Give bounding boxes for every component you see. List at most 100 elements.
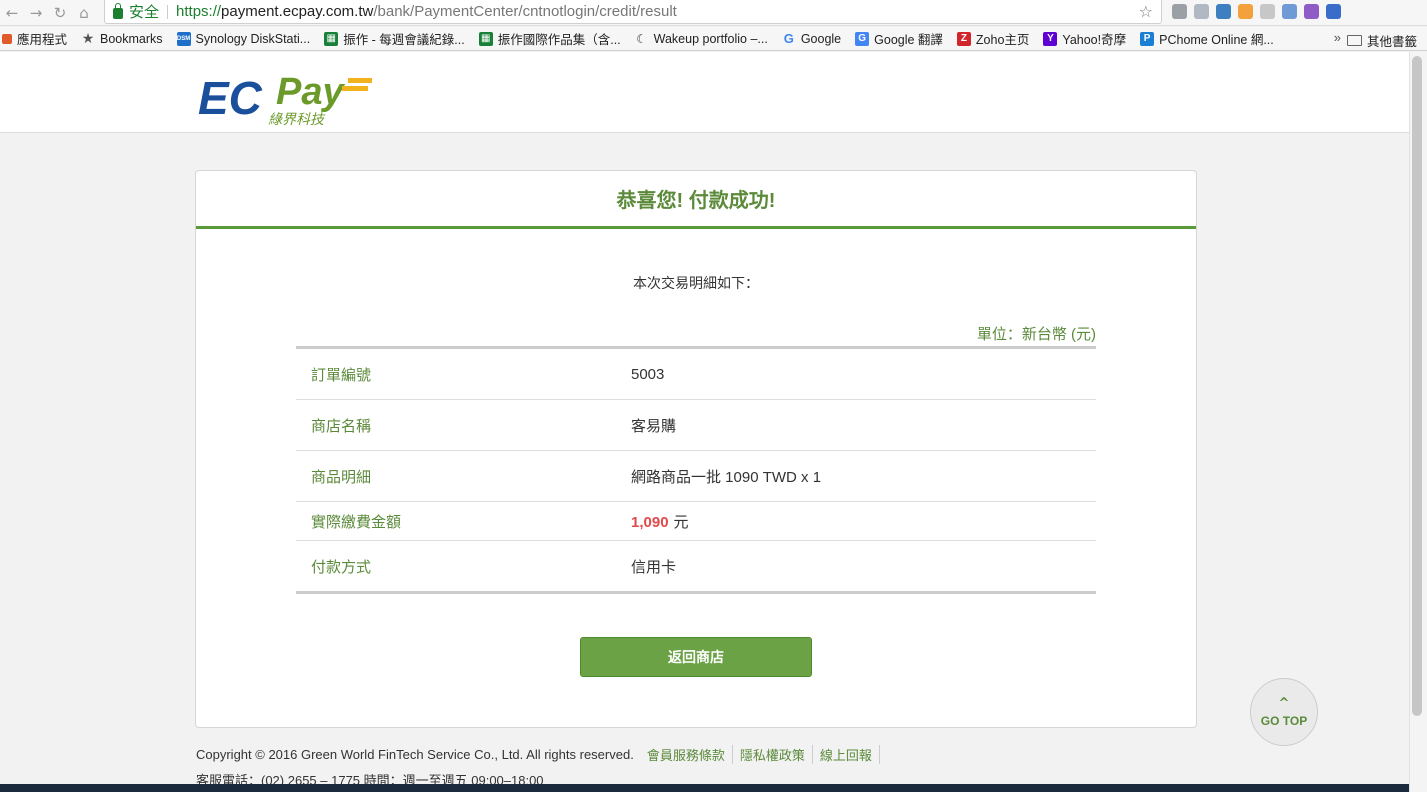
bookmark-item[interactable]: ▦ 振作國際作品集（含... xyxy=(478,29,621,48)
store-name-label: 商店名稱 xyxy=(311,417,372,435)
extension-puzzle-icon[interactable] xyxy=(1172,4,1187,19)
bookmark-label: Bookmarks xyxy=(100,31,163,46)
go-top-button[interactable]: ^ GO TOP xyxy=(1250,678,1318,746)
page-title: 恭喜您! 付款成功! xyxy=(196,171,1196,229)
payment-result-card: 恭喜您! 付款成功! 本次交易明細如下： 單位：新台幣 (元) 訂單編號 500… xyxy=(195,170,1197,728)
extension-icons xyxy=(1172,4,1341,19)
google-icon: G xyxy=(783,31,794,46)
table-row: 商品明細 網路商品一批 1090 TWD x 1 xyxy=(296,451,1096,502)
extension-tool-icon[interactable] xyxy=(1194,4,1209,19)
copyright-text: Copyright © 2016 Green World FinTech Ser… xyxy=(196,747,634,762)
online-report-link[interactable]: 線上回報 xyxy=(813,745,880,764)
paid-amount-label: 實際繳費金額 xyxy=(311,513,402,531)
site-header: EC Pay 綠界科技 xyxy=(0,52,1409,133)
bookmarks-bar: 應用程式 ★ Bookmarks DSM Synology DiskStati...… xyxy=(0,27,1427,51)
table-row: 訂單編號 5003 xyxy=(296,349,1096,400)
folder-icon xyxy=(1346,35,1362,46)
scrollbar-thumb[interactable] xyxy=(1412,56,1422,716)
bookmark-label: PChome Online 網... xyxy=(1159,33,1274,47)
transaction-table: 訂單編號 5003 商店名稱 客易購 商品明細 網路商品一批 1090 TWD … xyxy=(296,346,1096,594)
svg-text:綠界科技: 綠界科技 xyxy=(268,112,326,128)
bookmark-label: Synology DiskStati... xyxy=(195,31,311,46)
transaction-subtitle: 本次交易明細如下： xyxy=(633,275,759,291)
sheets-icon: ▦ xyxy=(478,31,493,46)
address-bar[interactable]: 安全 https://payment.ecpay.com.tw/bank/Pay… xyxy=(104,0,1162,24)
forward-icon[interactable]: → xyxy=(24,2,48,24)
bookmark-item[interactable]: DSM Synology DiskStati... xyxy=(176,31,311,46)
bookmark-item[interactable]: Z Zoho主页 xyxy=(956,29,1030,48)
secure-label: 安全 xyxy=(129,4,160,21)
bookmark-item[interactable]: G Google xyxy=(782,31,842,46)
extension-chart-icon[interactable] xyxy=(1238,4,1253,19)
zoho-icon: Z xyxy=(956,31,971,46)
item-detail-label: 商品明細 xyxy=(311,468,372,486)
pchome-icon: P xyxy=(1140,31,1155,46)
bookmark-label: 振作 - 每週會議紀錄... xyxy=(343,33,465,47)
bookmark-label: Wakeup portfolio –... xyxy=(653,31,768,46)
privacy-policy-link[interactable]: 隱私權政策 xyxy=(733,745,813,764)
yahoo-icon: Y xyxy=(1043,31,1058,46)
page-content: EC Pay 綠界科技 恭喜您! 付款成功! 本次交易明細如下： 單位：新台幣 … xyxy=(0,52,1409,792)
bookmark-item[interactable]: ☾ Wakeup portfolio –... xyxy=(635,32,768,46)
back-icon[interactable]: ← xyxy=(0,2,24,24)
ecpay-logo[interactable]: EC Pay 綠界科技 xyxy=(196,66,376,128)
bookmark-item[interactable]: 應用程式 xyxy=(2,29,67,48)
table-row: 實際繳費金額 1,090 元 xyxy=(296,502,1096,541)
extension-window-icon[interactable] xyxy=(1216,4,1231,19)
extension-table-icon[interactable] xyxy=(1260,4,1275,19)
paid-amount-currency: 元 xyxy=(673,513,689,531)
member-terms-link[interactable]: 會員服務條款 xyxy=(640,745,733,764)
lock-icon xyxy=(113,2,123,19)
url-path: /bank/PaymentCenter/cntnotlogin/credit/r… xyxy=(373,3,677,20)
browser-toolbar: ← → ↻ ⌂ 安全 https://payment.ecpay.com.tw /… xyxy=(0,0,1427,26)
svg-text:EC: EC xyxy=(198,72,263,124)
bookmark-label: 應用程式 xyxy=(17,33,68,47)
store-name-value: 客易購 xyxy=(631,417,677,435)
table-row: 付款方式 信用卡 xyxy=(296,541,1096,591)
wakeup-icon: ☾ xyxy=(636,31,648,46)
home-icon[interactable]: ⌂ xyxy=(72,2,96,24)
currency-unit: 單位：新台幣 (元) xyxy=(976,326,1096,343)
order-number-label: 訂單編號 xyxy=(311,366,372,384)
bookmark-item[interactable]: ▦ 振作 - 每週會議紀錄... xyxy=(324,29,465,48)
other-bookmarks-label: 其他書籤 xyxy=(1366,35,1417,49)
payment-method-value: 信用卡 xyxy=(631,558,677,576)
url-host: payment.ecpay.com.tw xyxy=(221,3,374,20)
bookmark-item[interactable]: G Google 翻譯 xyxy=(855,29,943,48)
svg-text:Pay: Pay xyxy=(276,71,345,113)
paid-amount-value: 1,090 元 xyxy=(631,511,689,532)
page-scrollbar[interactable] xyxy=(1409,52,1427,792)
payment-method-label: 付款方式 xyxy=(311,558,372,576)
desktop-strip xyxy=(0,784,1409,792)
table-row: 商店名稱 客易購 xyxy=(296,400,1096,451)
bookmarks-overflow-button[interactable]: » xyxy=(1334,30,1341,45)
bookmark-label: Google xyxy=(800,31,842,46)
synology-icon: DSM xyxy=(176,31,191,46)
bookmark-item[interactable]: P PChome Online 網... xyxy=(1140,29,1274,48)
bookmark-label: Zoho主页 xyxy=(975,33,1030,47)
other-bookmarks[interactable]: 其他書籤 xyxy=(1346,31,1417,50)
order-number-value: 5003 xyxy=(631,365,665,383)
bookmark-label: Yahoo!奇摩 xyxy=(1062,33,1127,47)
address-divider xyxy=(167,4,169,19)
footer-links: Copyright © 2016 Green World FinTech Ser… xyxy=(196,745,880,764)
bookmark-star-icon[interactable]: ☆ xyxy=(1139,2,1153,21)
item-detail-value: 網路商品一批 1090 TWD x 1 xyxy=(631,468,822,486)
return-to-store-button[interactable]: 返回商店 xyxy=(580,637,812,677)
bookmark-item[interactable]: ★ Bookmarks xyxy=(81,30,163,47)
sheets-icon: ▦ xyxy=(324,31,339,46)
apps-icon xyxy=(2,33,12,44)
extension-bookmark-icon[interactable] xyxy=(1326,4,1341,19)
bookmark-label: Google 翻譯 xyxy=(874,33,943,47)
go-top-label: GO TOP xyxy=(1260,713,1308,728)
chevron-up-icon: ^ xyxy=(1278,695,1290,711)
bookmark-item[interactable]: Y Yahoo!奇摩 xyxy=(1043,29,1126,48)
bookmark-label: 振作國際作品集（含... xyxy=(497,33,621,47)
extension-translate-icon[interactable] xyxy=(1282,4,1297,19)
star-icon: ★ xyxy=(81,30,95,47)
paid-amount: 1,090 xyxy=(631,513,669,531)
reload-icon[interactable]: ↻ xyxy=(48,2,72,24)
translate-icon: G xyxy=(855,31,870,46)
extension-onenote-icon[interactable] xyxy=(1304,4,1319,19)
url-scheme: https:// xyxy=(176,3,222,20)
